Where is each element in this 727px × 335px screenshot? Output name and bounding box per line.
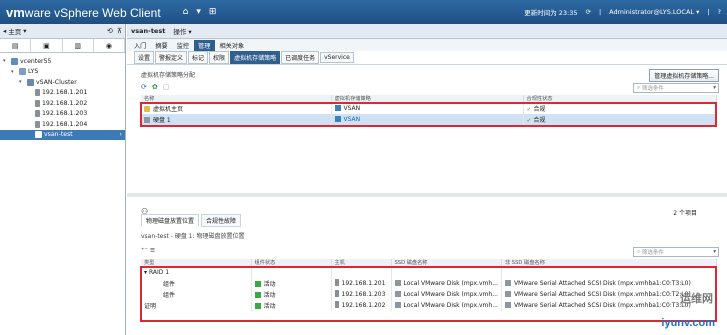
refresh-icon[interactable]: ⟳ [141, 83, 147, 91]
vsphere-logo: vmware vSphere Web Client [6, 4, 161, 20]
tree-node-datacenter[interactable]: ▾ LYS [0, 67, 125, 78]
host-icon [35, 110, 40, 118]
splitter[interactable] [127, 193, 727, 197]
manage-subtabs: 设置 警报定义 标记 权限 虚拟机存储策略 已调度任务 vService [127, 51, 727, 65]
help-menu[interactable]: ? [718, 8, 721, 16]
manage-policies-button[interactable]: 管理虚拟机存储策略... [649, 69, 719, 82]
tab-storage[interactable]: ▣ [31, 39, 63, 52]
subtab-tags[interactable]: 标记 [188, 51, 209, 64]
tab-network[interactable]: ▥ [63, 39, 94, 52]
subtab-vm-storage-policies[interactable]: 虚拟机存储策略 [230, 51, 281, 64]
vm-icon [35, 131, 42, 139]
tree-node-host[interactable]: 192.168.1.203 [0, 109, 125, 120]
tab-monitor[interactable]: 监控 [173, 40, 193, 51]
storage-icon: ▥ [74, 41, 81, 50]
host-icon [35, 99, 40, 107]
object-title: vsan-test [131, 27, 166, 35]
subtab-permissions[interactable]: 权限 [209, 51, 230, 64]
back-home-button[interactable]: ◂ 主页 ▾ [3, 26, 27, 36]
expand-collapse-icon[interactable]: ⁺⁻ ≡ [141, 246, 155, 254]
item-count: 2 个项目 [673, 210, 697, 217]
search-icon: ⌕ [637, 84, 641, 91]
expand-icon[interactable]: ⊞ [209, 7, 217, 17]
home-icon[interactable]: ⌂ [183, 7, 189, 17]
tree-node-host[interactable]: 192.168.1.202 [0, 98, 125, 109]
history-icon[interactable]: ⟲ [107, 27, 113, 35]
subtab-alarm-definitions[interactable]: 警报定义 [155, 51, 188, 64]
main-panel: vsan-test 操作 ▾ 入门 摘要 监控 管理 相关对象 设置 警报定义 … [127, 24, 727, 335]
apply-policy-icon[interactable]: ✿ [152, 83, 158, 91]
collapse-icon[interactable]: ▾ [11, 69, 17, 75]
cluster-icon [27, 78, 34, 86]
tab-vms-hosts[interactable]: ▤ [0, 39, 32, 52]
subtab-settings[interactable]: 设置 [134, 51, 155, 64]
tree-node-host[interactable]: 192.168.1.204 [0, 119, 125, 130]
chevron-down-icon[interactable]: ▾ [713, 85, 718, 91]
tab-related-objects[interactable]: 相关对象 [216, 40, 249, 51]
tab-getting-started[interactable]: 入门 [130, 40, 150, 51]
pin-icon[interactable]: ⊼ [117, 27, 122, 35]
chevron-right-icon: › [119, 131, 122, 139]
collapse-icon[interactable]: ▾ [19, 79, 25, 85]
top-bar: vmware vSphere Web Client ⌂ ▾ ⊞ 更新时间为 23… [0, 0, 727, 24]
tab-compliance-failures[interactable]: 合规性故障 [201, 214, 242, 227]
inventory-tree: ▾ vcenter55 ▾ LYS ▾ vSAN-Cluster 192.168.1.… [0, 53, 125, 140]
actions-menu[interactable]: 操作 ▾ [173, 26, 191, 36]
placement-title: vsan-test - 硬盘 1: 物理磁盘放置位置 [141, 233, 245, 240]
network-icon: ◉ [105, 41, 112, 50]
tree-node-vm-selected[interactable]: vsan-test › [0, 129, 125, 140]
user-menu[interactable]: Administrator@LYS.LOCAL ▾ [609, 8, 699, 16]
tab-list[interactable]: ◉ [94, 39, 125, 52]
refresh-time: 更新时间为 23:35 [524, 9, 578, 17]
filter-input[interactable]: ⌕ 筛选条件 ▾ [633, 247, 719, 257]
tree-node-host[interactable]: 192.168.1.201 [0, 88, 125, 99]
vm-icon: ▣ [43, 41, 50, 50]
chevron-down-icon[interactable]: ▾ [713, 249, 718, 255]
tree-node-cluster[interactable]: ▾ vSAN-Cluster [0, 77, 125, 88]
refresh-icon[interactable]: ⟳ [586, 8, 591, 16]
tree-node-vcenter[interactable]: ▾ vcenter55 [0, 56, 125, 67]
host-icon [35, 120, 40, 128]
search-icon: ⌕ [637, 248, 641, 255]
tab-summary[interactable]: 摘要 [151, 40, 171, 51]
watermark-logo: 运维网 iyunv.com [661, 292, 715, 329]
check-compliance-icon[interactable]: ▢ [163, 83, 170, 91]
section-title: 虚拟机存储策略分配 [141, 72, 196, 79]
highlight-box [140, 266, 717, 322]
tab-physical-disk-placement[interactable]: 物理磁盘放置位置 [141, 214, 200, 227]
navigator-panel: ◂ 主页 ▾ ⟲ ⊼ ▤ ▣ ▥ ◉ ▾ vcenter55 ▾ LYS ▾ vSAN… [0, 24, 126, 335]
policy-content: 虚拟机存储策略分配 管理虚拟机存储策略... ⟳ ✿ ▢ ⌕ 筛选条件 ▾ 名称 … [127, 65, 727, 335]
datacenter-icon [19, 68, 26, 76]
highlight-box [140, 102, 717, 127]
subtab-scheduled-tasks[interactable]: 已调度任务 [281, 51, 320, 64]
tab-manage[interactable]: 管理 [194, 40, 215, 51]
subtab-vservice[interactable]: vService [320, 52, 354, 63]
hosts-icon: ▤ [11, 41, 19, 50]
collapse-icon[interactable]: ▾ [3, 58, 9, 64]
object-tabs: 入门 摘要 监控 管理 相关对象 [127, 39, 727, 51]
dropdown-icon[interactable]: ▾ [196, 7, 201, 17]
filter-input[interactable]: ⌕ 筛选条件 ▾ [633, 83, 719, 93]
host-icon [35, 89, 40, 97]
vcenter-icon [11, 57, 18, 65]
